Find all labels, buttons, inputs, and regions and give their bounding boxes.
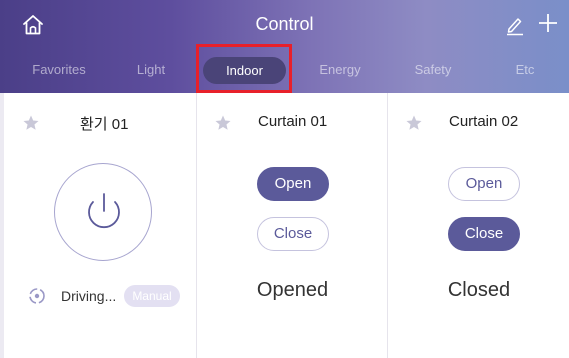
top-bar: Control: [0, 0, 569, 50]
star-icon[interactable]: [214, 114, 232, 132]
status-text: Driving...: [61, 288, 117, 304]
device-card-ventilation: 환기 01 Driving... Manual: [0, 93, 197, 358]
curtain-state: Opened: [256, 279, 329, 301]
mode-badge[interactable]: Manual: [124, 285, 180, 307]
tab-safety[interactable]: Safety: [405, 62, 461, 77]
open-button[interactable]: Open: [257, 167, 329, 201]
close-button[interactable]: Close: [257, 217, 329, 251]
device-name: Curtain 01: [258, 113, 328, 130]
curtain-state: Closed: [447, 279, 511, 301]
tab-light[interactable]: Light: [126, 62, 176, 77]
page-title: Control: [255, 14, 314, 34]
tab-etc[interactable]: Etc: [505, 62, 545, 77]
header: Control Favorites Light Indoor Energy Sa…: [0, 0, 569, 93]
device-card-curtain-02: Curtain 02 Open Close Closed: [389, 93, 569, 358]
device-name: 환기 01: [80, 116, 129, 133]
close-button[interactable]: Close: [448, 217, 520, 251]
power-button[interactable]: [54, 163, 152, 261]
power-icon: [88, 193, 120, 229]
tab-indoor[interactable]: Indoor: [203, 57, 286, 84]
open-button[interactable]: Open: [448, 167, 520, 201]
tab-energy[interactable]: Energy: [312, 62, 368, 77]
device-name: Curtain 02: [449, 113, 519, 130]
tab-favorites[interactable]: Favorites: [24, 62, 94, 77]
star-icon[interactable]: [22, 114, 40, 132]
pencil-icon[interactable]: [505, 14, 525, 36]
fan-icon: [28, 287, 46, 305]
plus-icon[interactable]: [537, 12, 559, 34]
category-tabs: Favorites Light Indoor Energy Safety Etc: [0, 50, 569, 93]
device-card-curtain-01: Curtain 01 Open Close Opened: [198, 93, 388, 358]
star-icon[interactable]: [405, 114, 423, 132]
